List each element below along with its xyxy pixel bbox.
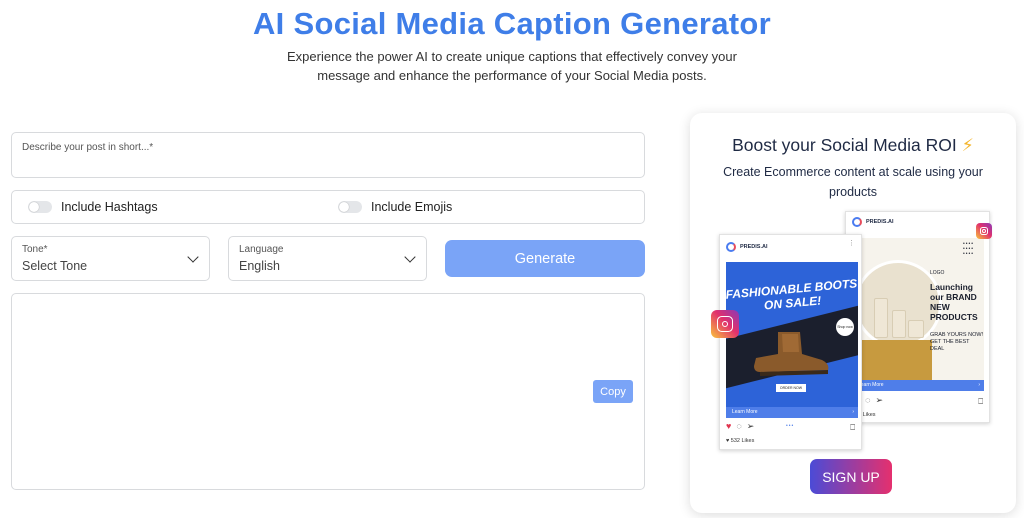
ad-logo-text: LOGO bbox=[930, 270, 945, 276]
options-row: Include Hashtags Include Emojis bbox=[11, 190, 645, 224]
promo-text: Create Ecommerce content at scale using … bbox=[723, 165, 983, 199]
tone-label: Tone* bbox=[22, 244, 48, 255]
bookmark-icon: ⎕ bbox=[850, 423, 855, 432]
learn-more-text: Learn More bbox=[732, 409, 758, 415]
lightning-icon: ⚡ bbox=[961, 135, 974, 155]
more-options-icon: ⋮ bbox=[848, 240, 855, 247]
comment-icon: ◌ bbox=[865, 395, 871, 405]
bookmark-icon: ⎕ bbox=[978, 397, 983, 406]
sign-up-button[interactable]: SIGN UP bbox=[810, 459, 892, 494]
include-emojis-toggle[interactable]: Include Emojis bbox=[338, 200, 452, 214]
page-title: AI Social Media Caption Generator bbox=[252, 6, 772, 41]
boots-ad-image: FASHIONABLE BOOTS ON SALE! Shop now ORDE… bbox=[726, 262, 858, 407]
language-label: Language bbox=[239, 244, 284, 255]
post-brand: PREDIS.AI bbox=[740, 244, 768, 250]
ad-offer: GRAB YOURS NOW! GET THE BEST DEAL bbox=[930, 332, 984, 352]
copy-button[interactable]: Copy bbox=[593, 380, 633, 403]
describe-post-placeholder: Describe your post in short...* bbox=[22, 142, 154, 153]
promo-title-text: Boost your Social Media ROI bbox=[732, 135, 957, 155]
caption-output-area[interactable]: Copy bbox=[11, 293, 645, 490]
dot-grid-icon: •••• •••• •••• bbox=[962, 241, 974, 257]
bottle-image bbox=[874, 298, 888, 338]
instagram-icon bbox=[976, 223, 992, 239]
chevron-down-icon bbox=[187, 251, 199, 263]
instagram-icon bbox=[711, 310, 739, 338]
post-likes: ♥ 532 Likes bbox=[726, 438, 755, 444]
boot-image bbox=[754, 332, 829, 376]
heart-filled-icon: ♥ bbox=[726, 421, 732, 431]
post-header: PREDIS.AI bbox=[726, 242, 768, 252]
post-actions: ♥ ◌ ➢ bbox=[726, 421, 754, 432]
promo-card: Boost your Social Media ROI ⚡ Create Eco… bbox=[690, 113, 1016, 513]
language-value: English bbox=[239, 259, 280, 273]
jar-image bbox=[908, 320, 924, 338]
share-icon: ➢ bbox=[875, 395, 883, 405]
share-icon: ➢ bbox=[746, 421, 755, 431]
chevron-right-icon: › bbox=[852, 409, 854, 415]
generate-button[interactable]: Generate bbox=[445, 240, 645, 277]
boots-post-mockup: PREDIS.AI ⋮ FASHIONABLE BOOTS ON SALE! S… bbox=[719, 234, 862, 450]
language-select[interactable]: Language English bbox=[228, 236, 427, 281]
page-subtitle: Experience the power AI to create unique… bbox=[287, 49, 737, 83]
product-ad-image: •••• •••• •••• LOGO Launching our BRAND NE… bbox=[852, 238, 984, 380]
emojis-switch-icon[interactable] bbox=[338, 201, 362, 213]
promo-title: Boost your Social Media ROI ⚡ bbox=[690, 135, 1016, 156]
tone-value: Select Tone bbox=[22, 259, 88, 273]
chevron-down-icon bbox=[404, 251, 416, 263]
order-now-badge: ORDER NOW bbox=[776, 384, 806, 392]
learn-more-bar: Learn More › bbox=[852, 380, 984, 391]
chevron-right-icon: › bbox=[978, 382, 980, 388]
comment-icon: ◌ bbox=[736, 421, 742, 431]
product-post-mockup: PREDIS.AI •••• •••• •••• LOGO Launching ou… bbox=[845, 211, 990, 423]
predis-logo-icon bbox=[726, 242, 736, 252]
shop-now-sticker: Shop now bbox=[836, 318, 854, 336]
bottle-image bbox=[892, 310, 906, 338]
describe-post-input[interactable]: Describe your post in short...* bbox=[11, 132, 645, 178]
post-header: PREDIS.AI bbox=[852, 217, 894, 227]
carousel-dots-icon: ••• bbox=[786, 423, 795, 429]
tone-select[interactable]: Tone* Select Tone bbox=[11, 236, 210, 281]
predis-logo-icon bbox=[852, 217, 862, 227]
include-hashtags-label: Include Hashtags bbox=[61, 200, 158, 214]
include-hashtags-toggle[interactable]: Include Hashtags bbox=[28, 200, 158, 214]
learn-more-bar: Learn More › bbox=[726, 407, 858, 418]
hashtags-switch-icon[interactable] bbox=[28, 201, 52, 213]
post-brand: PREDIS.AI bbox=[866, 219, 894, 225]
ad-headline: Launching our BRAND NEW PRODUCTS bbox=[930, 282, 978, 322]
product-stand bbox=[852, 340, 932, 380]
include-emojis-label: Include Emojis bbox=[371, 200, 453, 214]
